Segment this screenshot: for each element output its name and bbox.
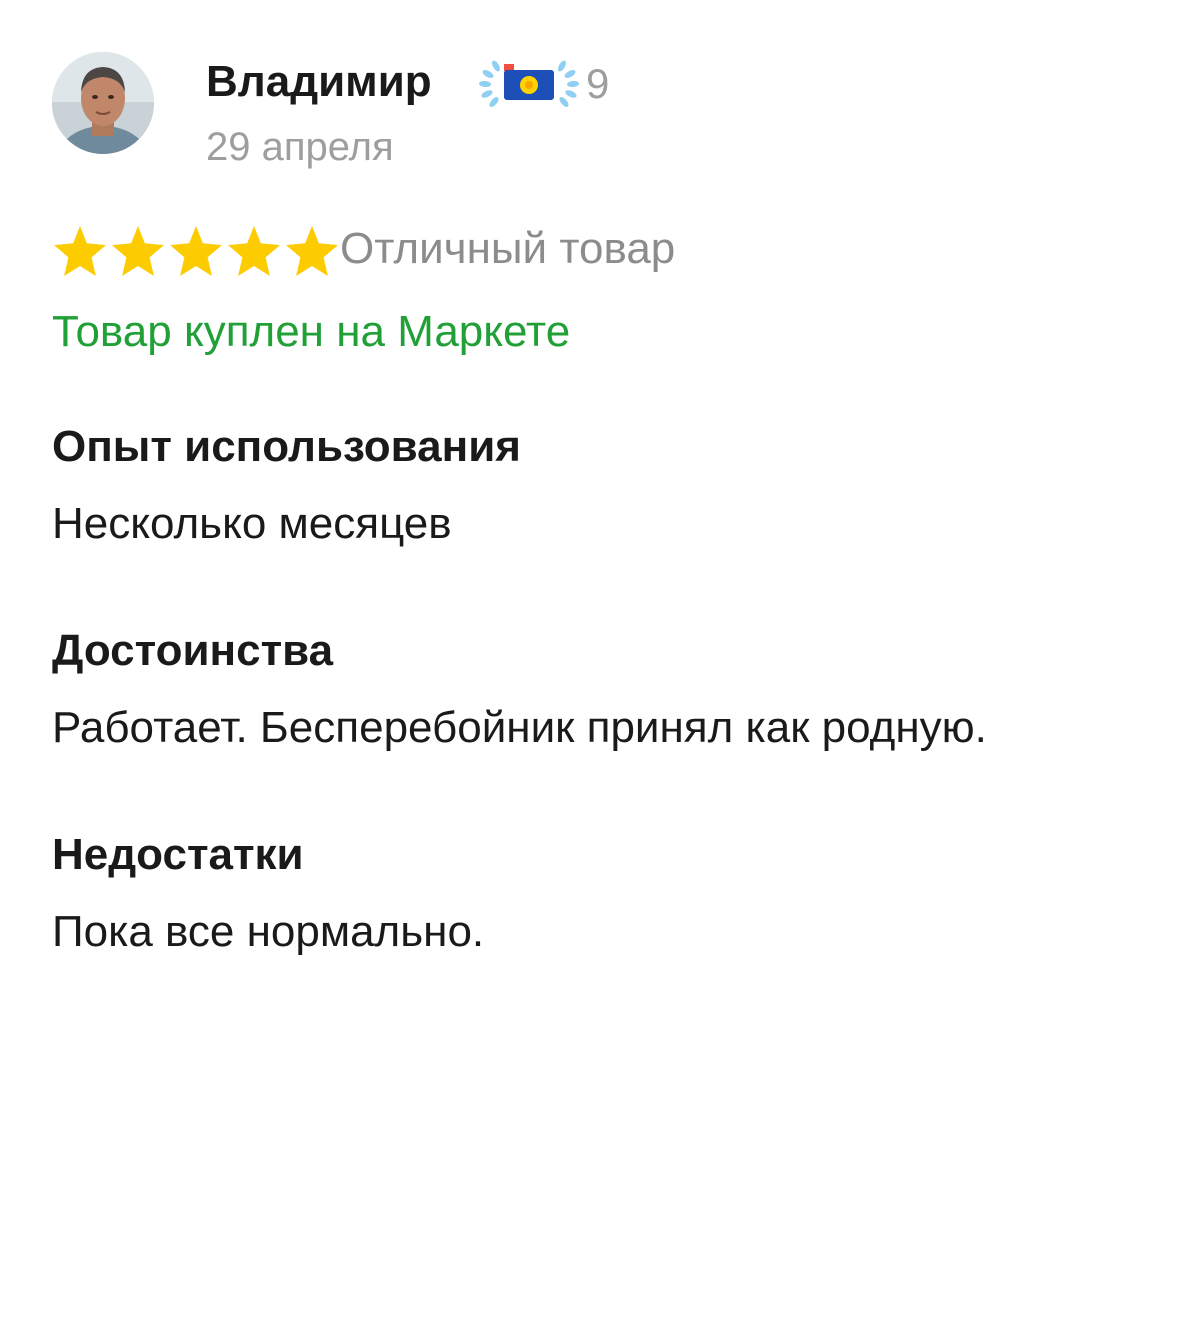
cons-text: Пока все нормально. <box>52 907 485 956</box>
review-card: Владимир 9 29 апреля Отличный товар Това… <box>0 0 1200 1340</box>
review-date: 29 апреля <box>206 125 394 169</box>
badge-count: 9 <box>586 60 610 107</box>
cons-title: Недостатки <box>52 830 304 879</box>
star-icon <box>228 226 280 276</box>
purchased-on-market-note: Товар куплен на Маркете <box>52 307 571 356</box>
camera-laurel-badge-icon[interactable] <box>474 54 584 114</box>
pros-title: Достоинства <box>52 626 334 675</box>
star-icon <box>286 226 338 276</box>
user-avatar[interactable] <box>52 52 154 154</box>
experience-text: Несколько месяцев <box>52 499 452 548</box>
star-icon <box>112 226 164 276</box>
pros-text: Работает. Бесперебойник принял как родну… <box>52 703 987 752</box>
experience-title: Опыт использования <box>52 422 521 471</box>
star-icon <box>54 226 106 276</box>
rating-label: Отличный товар <box>340 224 676 273</box>
rating-stars <box>52 226 340 276</box>
star-icon <box>170 226 222 276</box>
author-name[interactable]: Владимир <box>206 54 432 110</box>
